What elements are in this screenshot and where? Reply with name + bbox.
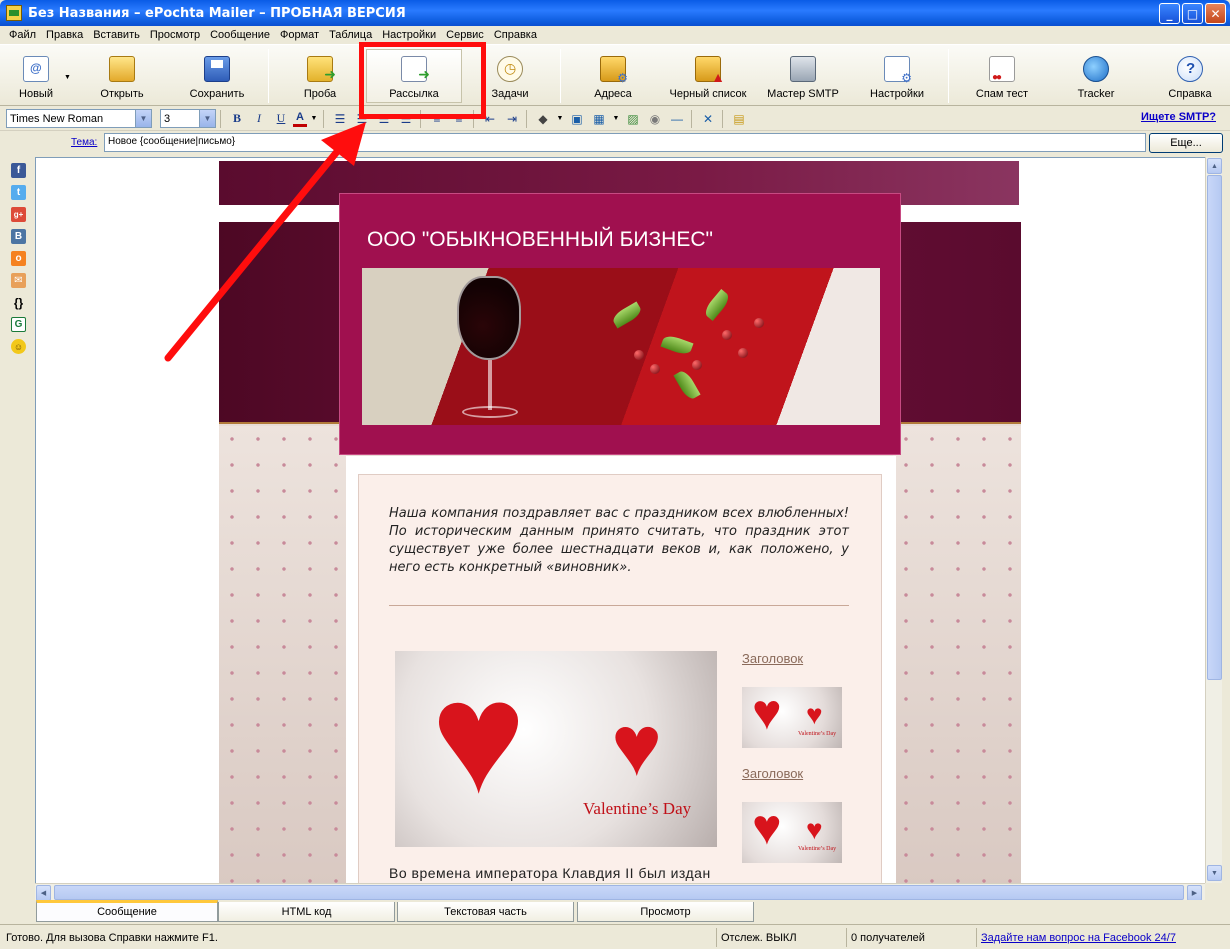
annotation-arrow xyxy=(164,122,366,362)
annotation-arrow-shaft xyxy=(164,144,344,362)
